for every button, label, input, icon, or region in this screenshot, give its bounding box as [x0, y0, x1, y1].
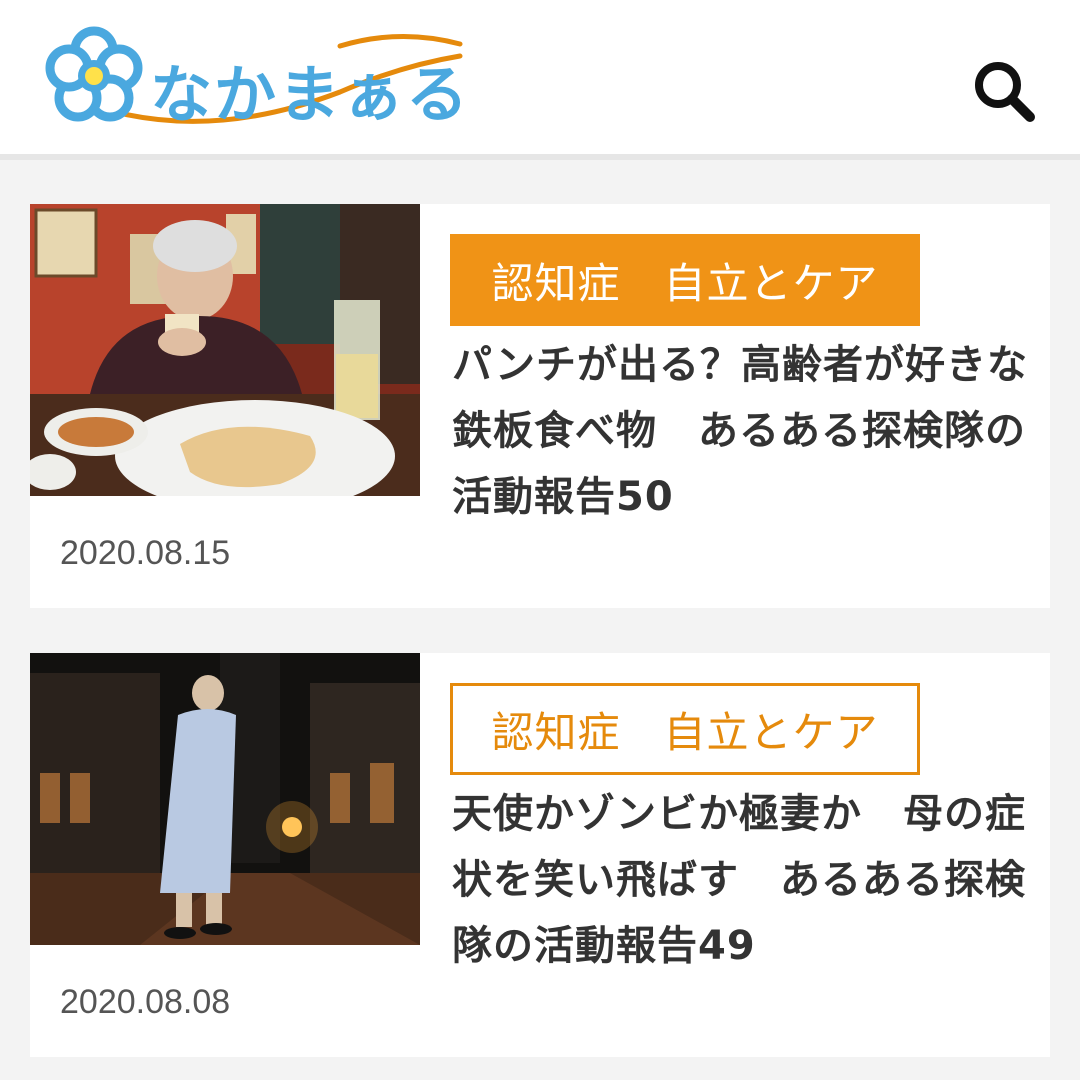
search-button[interactable]	[968, 55, 1040, 127]
site-logo[interactable]: なかまぁる	[40, 20, 480, 140]
article-card[interactable]: 認知症 自立とケア 天使かゾンビか極妻か 母の症状を笑い飛ばす あるある探検隊の…	[30, 653, 1050, 1057]
article-date: 2020.08.15	[60, 534, 231, 572]
search-icon	[975, 62, 1035, 122]
article-title[interactable]: 天使かゾンビか極妻か 母の症状を笑い飛ばす あるある探検隊の活動報告49	[452, 781, 1042, 979]
logo-wordmark: なかまぁる	[150, 58, 471, 131]
night-street-photo	[30, 653, 420, 945]
article-card[interactable]: 認知症 自立とケア パンチが出る？高齢者が好きな鉄板食べ物 あるある探検隊の活動…	[30, 204, 1050, 608]
article-title[interactable]: パンチが出る？高齢者が好きな鉄板食べ物 あるある探検隊の活動報告50	[452, 332, 1042, 530]
restaurant-photo	[30, 204, 420, 496]
category-badge[interactable]: 認知症 自立とケア	[450, 683, 920, 775]
article-date: 2020.08.08	[60, 983, 231, 1021]
article-thumbnail[interactable]	[30, 653, 420, 945]
category-badge[interactable]: 認知症 自立とケア	[450, 234, 920, 326]
site-header: なかまぁる	[0, 0, 1080, 160]
article-thumbnail[interactable]	[30, 204, 420, 496]
